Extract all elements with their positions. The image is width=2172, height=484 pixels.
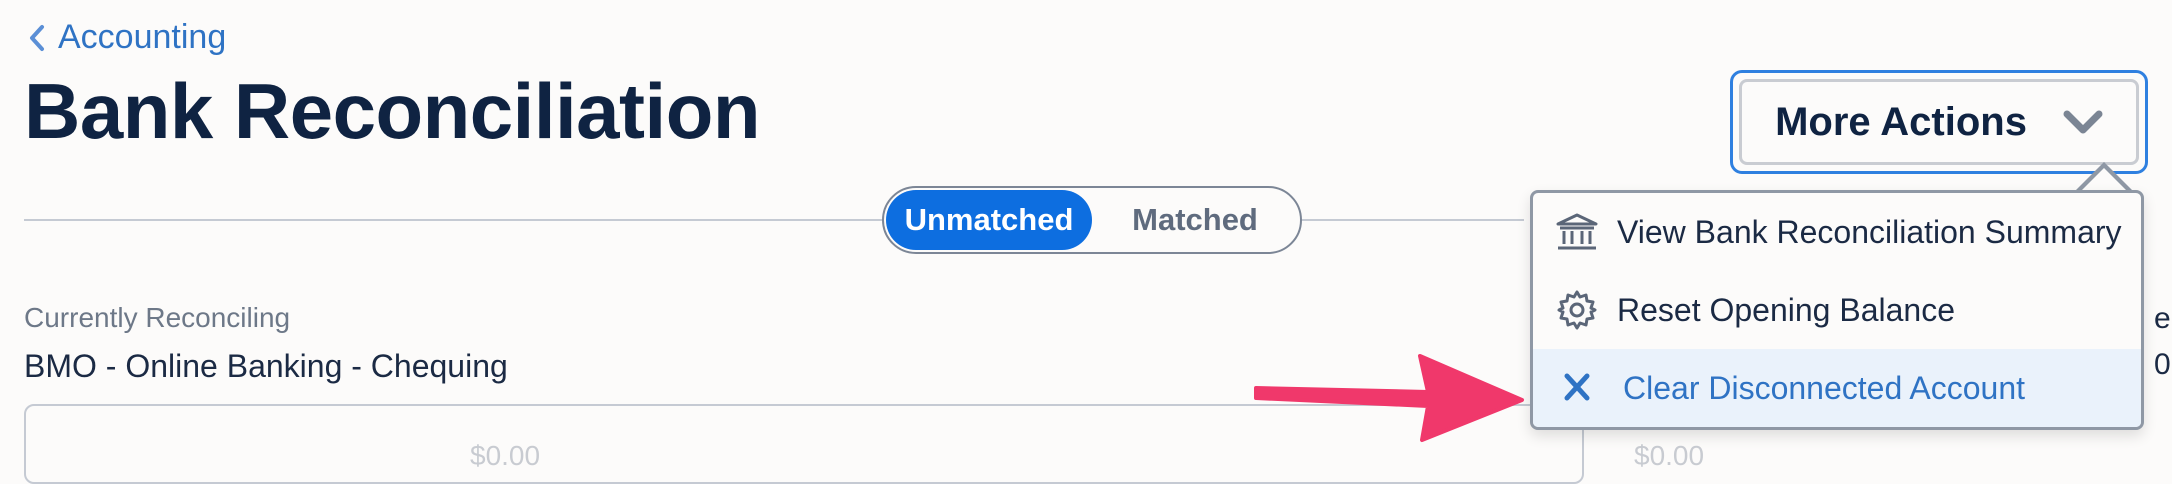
panel-amount-right: $0.00: [1634, 440, 1705, 471]
edge-label-fragment: e: [2154, 302, 2171, 335]
back-link[interactable]: Accounting: [28, 18, 226, 57]
more-actions-menu: View Bank Reconciliation Summary Reset O…: [1530, 190, 2144, 430]
more-actions-label: More Actions: [1775, 99, 2027, 144]
menu-item-label: View Bank Reconciliation Summary: [1617, 213, 2122, 250]
more-actions-inner[interactable]: More Actions: [1739, 79, 2139, 165]
bank-icon: [1556, 213, 1598, 250]
more-actions-button[interactable]: More Actions: [1730, 70, 2148, 174]
page-title: Bank Reconciliation: [24, 67, 761, 155]
match-toggle: Unmatched Matched: [882, 186, 1302, 254]
edge-value-fragment: 0: [2154, 348, 2171, 381]
menu-item-label: Reset Opening Balance: [1617, 291, 1955, 328]
currently-reconciling-label: Currently Reconciling: [24, 302, 291, 333]
menu-item-clear-disconnected-account[interactable]: Clear Disconnected Account: [1533, 349, 2141, 427]
back-link-label: Accounting: [58, 18, 227, 56]
gear-icon: [1557, 290, 1597, 330]
annotation-arrow: [1254, 354, 1524, 442]
tab-matched[interactable]: Matched: [1092, 190, 1298, 250]
chevron-left-icon: [30, 24, 44, 51]
menu-item-label: Clear Disconnected Account: [1623, 369, 2025, 406]
reconciling-account: BMO - Online Banking - Chequing: [24, 348, 508, 384]
chevron-down-icon: [2063, 110, 2103, 134]
menu-item-reset-opening-balance[interactable]: Reset Opening Balance: [1533, 271, 2141, 349]
panel-amount-left: $0.00: [470, 440, 541, 471]
menu-item-view-summary[interactable]: View Bank Reconciliation Summary: [1533, 193, 2141, 271]
close-icon: [1564, 373, 1590, 401]
tab-unmatched[interactable]: Unmatched: [886, 190, 1092, 250]
